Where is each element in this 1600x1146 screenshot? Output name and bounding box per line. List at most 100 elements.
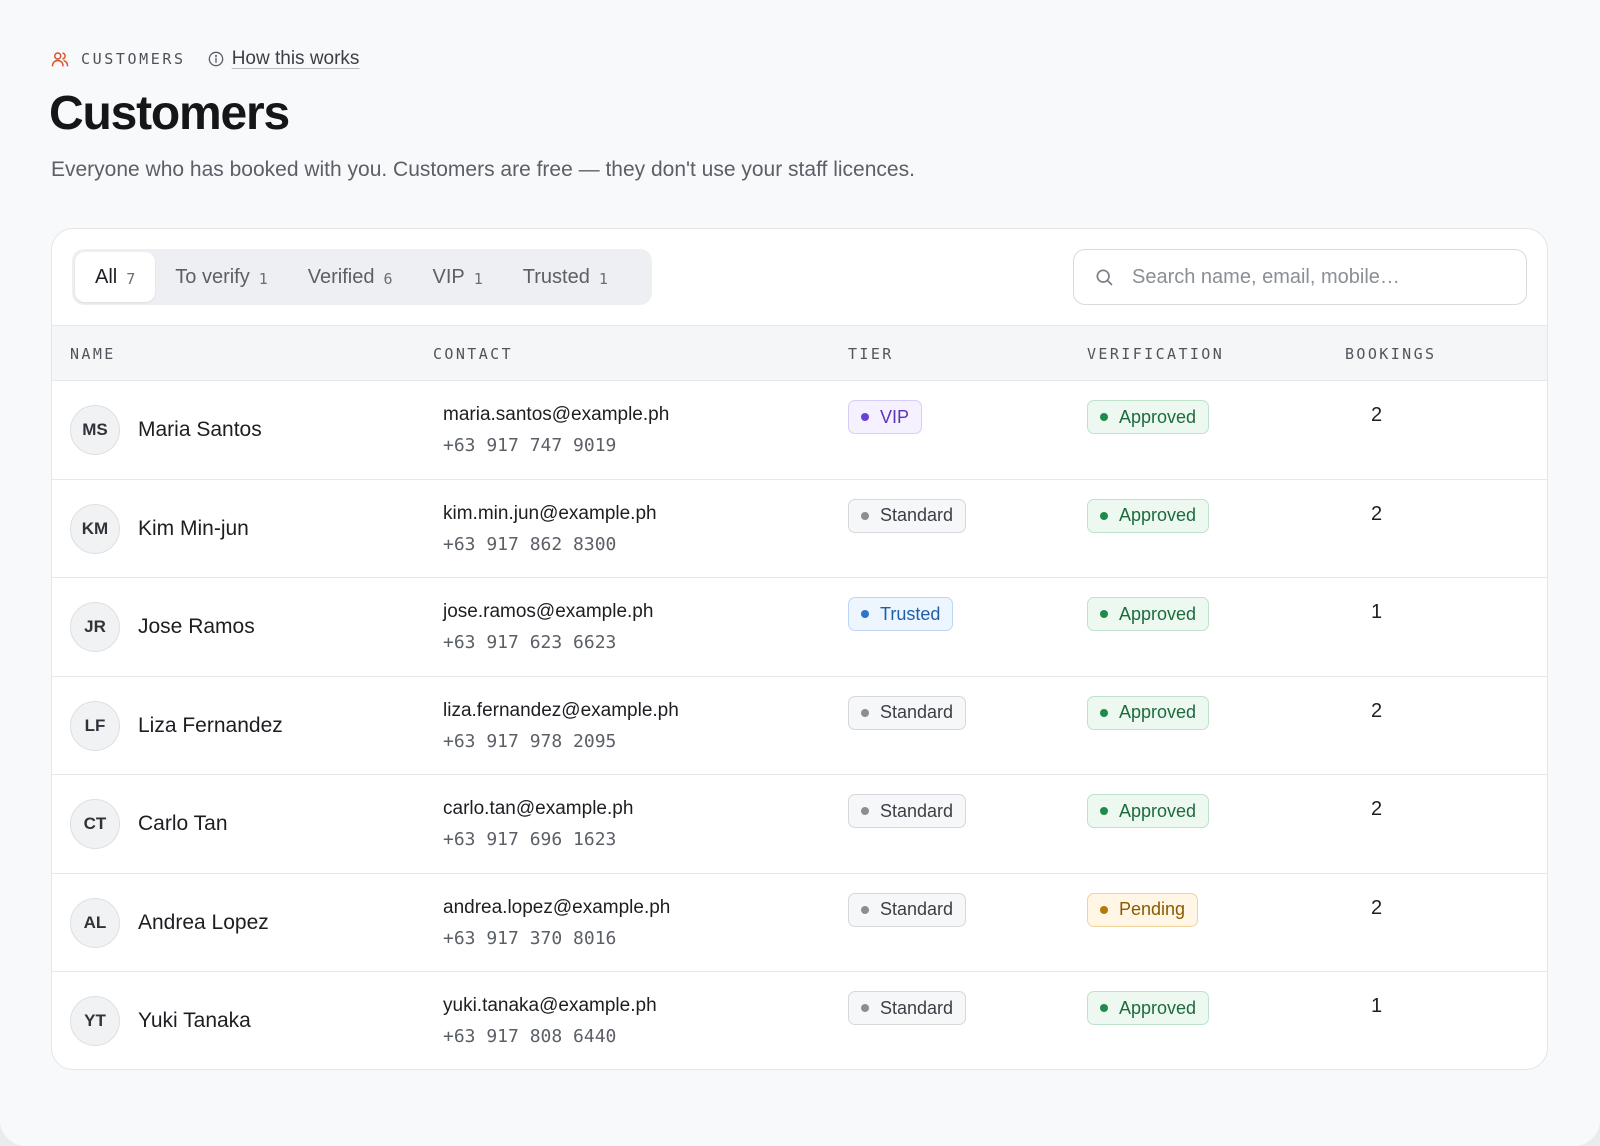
status-dot — [1100, 413, 1108, 421]
verification-label: Approved — [1119, 997, 1197, 1018]
tier-badge: Trusted — [848, 597, 954, 631]
status-dot — [1100, 610, 1108, 618]
avatar: KM — [70, 503, 120, 554]
verification-label: Pending — [1119, 899, 1186, 919]
column-header-contact[interactable]: CONTACT — [433, 345, 513, 363]
bookings-count: 2 — [1371, 502, 1383, 525]
tier-label: Standard — [880, 800, 954, 821]
customers-table-body: MS Maria Santos maria.santos@example.ph … — [52, 381, 1547, 1069]
customer-email: liza.fernandez@example.ph — [443, 699, 679, 721]
column-header-bookings[interactable]: BOOKINGS — [1345, 345, 1436, 363]
tier-label: Standard — [880, 997, 954, 1018]
tier-label: Standard — [880, 702, 954, 722]
customer-email: kim.min.jun@example.ph — [443, 502, 657, 524]
tab-count: 6 — [383, 270, 393, 288]
customer-email: carlo.tan@example.ph — [443, 798, 634, 819]
customer-phone: +63 917 808 6440 — [443, 1026, 617, 1047]
verification-badge: Approved — [1087, 794, 1210, 828]
verification-label: Approved — [1119, 800, 1197, 821]
avatar: MS — [70, 405, 120, 455]
table-row[interactable]: JR Jose Ramos jose.ramos@example.ph +63 … — [52, 578, 1547, 677]
status-dot — [861, 1004, 869, 1012]
verification-label: Approved — [1119, 505, 1197, 525]
customer-email: maria.santos@example.ph — [443, 404, 670, 425]
tab-label: All — [95, 265, 118, 288]
column-header-tier[interactable]: TIER — [848, 345, 894, 363]
info-icon — [208, 51, 224, 67]
verification-label: Approved — [1119, 702, 1197, 722]
tab-label: Trusted — [522, 265, 590, 288]
customer-phone: +63 917 623 6623 — [443, 632, 617, 653]
tab-count: 7 — [126, 270, 136, 288]
table-row[interactable]: KM Kim Min-jun kim.min.jun@example.ph +6… — [52, 480, 1547, 578]
status-dot — [861, 905, 869, 914]
verification-label: Approved — [1119, 406, 1197, 427]
filter-tabs: All 7 To verify 1 Verified 6 VIP 1 Trust… — [72, 249, 652, 305]
tier-badge: Standard — [848, 794, 967, 828]
customer-phone: +63 917 696 1623 — [443, 829, 617, 850]
page-title: Customers — [49, 87, 290, 140]
status-dot — [861, 708, 869, 717]
customer-name[interactable]: Kim Min-jun — [138, 517, 249, 541]
customer-name[interactable]: Liza Fernandez — [138, 714, 283, 738]
customers-page: CUSTOMERS How this works Customers Every… — [0, 0, 1600, 1146]
bookings-count: 2 — [1371, 699, 1383, 722]
customer-name[interactable]: Maria Santos — [138, 418, 262, 442]
tier-label: Standard — [880, 899, 954, 919]
tier-badge: VIP — [848, 400, 923, 434]
tab-trusted[interactable]: Trusted 1 — [503, 252, 628, 302]
users-icon — [51, 50, 69, 68]
search-box[interactable] — [1073, 249, 1527, 305]
avatar: AL — [70, 897, 120, 948]
tier-label: VIP — [880, 406, 910, 427]
table-row[interactable]: CT Carlo Tan carlo.tan@example.ph +63 91… — [52, 775, 1547, 874]
tier-badge: Standard — [848, 991, 967, 1025]
customer-phone: +63 917 978 2095 — [443, 730, 617, 752]
column-header-name[interactable]: NAME — [70, 345, 116, 363]
breadcrumb: CUSTOMERS How this works — [51, 47, 359, 71]
avatar: YT — [70, 996, 120, 1046]
tier-badge: Standard — [848, 892, 967, 927]
table-row[interactable]: YT Yuki Tanaka yuki.tanaka@example.ph +6… — [52, 972, 1547, 1069]
how-this-works[interactable]: How this works — [208, 48, 360, 70]
table-row[interactable]: LF Liza Fernandez liza.fernandez@example… — [52, 677, 1547, 775]
bookings-count: 1 — [1371, 995, 1383, 1017]
verification-badge: Approved — [1087, 695, 1210, 730]
customer-email: jose.ramos@example.ph — [443, 601, 654, 622]
verification-badge: Approved — [1087, 991, 1210, 1025]
tab-label: Verified — [307, 265, 375, 288]
avatar: JR — [70, 602, 120, 652]
avatar: LF — [70, 700, 120, 751]
tab-verified[interactable]: Verified 6 — [288, 252, 413, 302]
table-header: NAME CONTACT TIER VERIFICATION BOOKINGS — [52, 325, 1547, 381]
customer-name[interactable]: Carlo Tan — [138, 812, 228, 836]
tab-all[interactable]: All 7 — [75, 252, 156, 302]
customer-name[interactable]: Andrea Lopez — [138, 911, 269, 935]
tab-vip[interactable]: VIP 1 — [413, 252, 503, 302]
status-dot — [861, 413, 869, 421]
customer-email: yuki.tanaka@example.ph — [443, 995, 657, 1016]
tier-badge: Standard — [848, 695, 967, 730]
table-row[interactable]: MS Maria Santos maria.santos@example.ph … — [52, 381, 1547, 480]
customer-name[interactable]: Jose Ramos — [138, 615, 255, 639]
bookings-count: 1 — [1371, 601, 1383, 623]
status-dot — [861, 511, 869, 520]
search-input[interactable] — [1132, 265, 1526, 289]
bookings-count: 2 — [1371, 896, 1383, 919]
verification-badge: Approved — [1087, 400, 1210, 434]
verification-label: Approved — [1119, 603, 1197, 624]
tab-to-verify[interactable]: To verify 1 — [155, 252, 288, 302]
column-header-verification[interactable]: VERIFICATION — [1087, 345, 1224, 363]
verification-badge: Pending — [1087, 892, 1199, 927]
tab-label: To verify — [175, 265, 250, 288]
customer-phone: +63 917 862 8300 — [443, 533, 617, 555]
verification-badge: Approved — [1087, 597, 1210, 631]
table-row[interactable]: AL Andrea Lopez andrea.lopez@example.ph … — [52, 874, 1547, 972]
tab-label: VIP — [432, 265, 465, 288]
status-dot — [1100, 905, 1108, 914]
how-this-works-link[interactable]: How this works — [232, 48, 360, 70]
customer-name[interactable]: Yuki Tanaka — [138, 1009, 251, 1033]
status-dot — [1100, 708, 1108, 717]
tab-count: 1 — [598, 270, 608, 288]
customer-email: andrea.lopez@example.ph — [443, 896, 671, 918]
